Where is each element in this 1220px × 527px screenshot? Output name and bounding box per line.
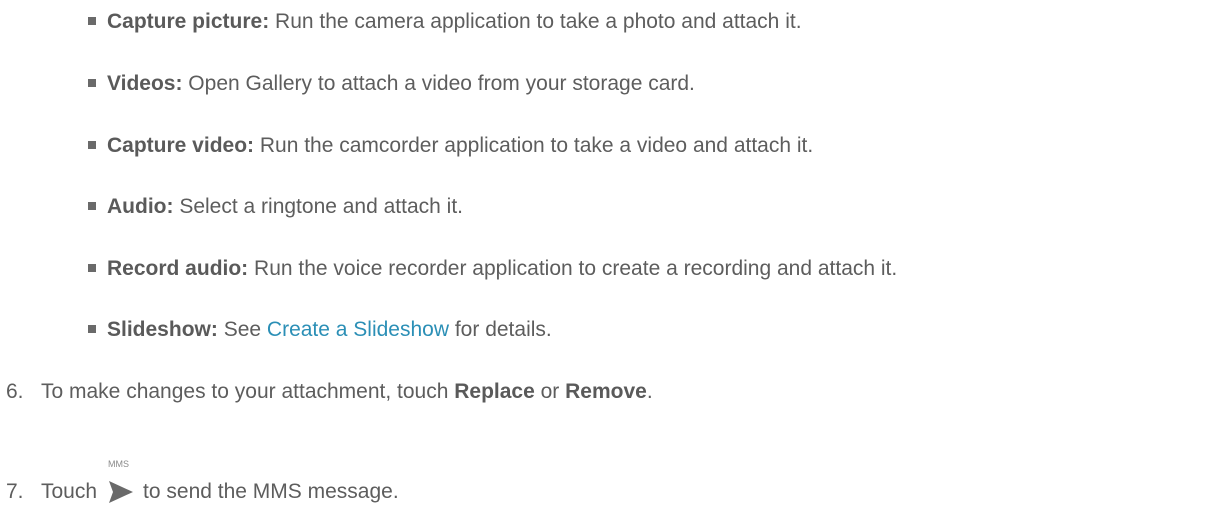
step-6: 6. To make changes to your attachment, to… [6,377,653,407]
bullet-icon [88,202,96,210]
bullet-description: Run the voice recorder application to cr… [248,257,898,280]
step-number: 6. [6,380,24,403]
bullet-description: Open Gallery to attach a video from your… [182,72,695,95]
bullet-icon [88,325,96,333]
bullet-icon [88,79,96,87]
bullet-term: Capture picture: [107,10,270,33]
bullet-term: Slideshow: [107,318,218,341]
create-slideshow-link[interactable]: Create a Slideshow [267,318,449,341]
bullet-term: Videos: [107,72,183,95]
step-text-mid: or [534,380,566,403]
step-text-pre: Touch [41,480,98,503]
mms-label: MMS [108,459,130,469]
bullet-term: Record audio: [107,257,249,280]
bullet-icon [88,264,96,272]
bullet-description: Run the camera application to take a pho… [269,10,802,33]
step-7: 7. Touch MMS to send the MMS message. [6,459,399,507]
document-page: Capture picture: Run the camera applicat… [0,0,1220,527]
bullet-description-post: for details. [449,318,552,341]
step-text-post: . [646,380,653,403]
replace-term: Replace [454,380,535,403]
step-text-post: to send the MMS message. [143,480,399,503]
bullet-icon [88,17,96,25]
remove-term: Remove [565,380,647,403]
bullet-description-pre: See [217,318,267,341]
send-icon [109,481,134,503]
step-number: 7. [6,480,24,503]
bullet-icon [88,141,96,149]
bullet-description: Run the camcorder application to take a … [254,134,814,157]
bullet-description: Select a ringtone and attach it. [173,195,464,218]
mms-send-button-illustration: MMS [97,459,143,507]
step-text-pre: To make changes to your attachment, touc… [41,380,455,403]
bullet-term: Audio: [107,195,174,218]
bullet-term: Capture video: [107,134,255,157]
